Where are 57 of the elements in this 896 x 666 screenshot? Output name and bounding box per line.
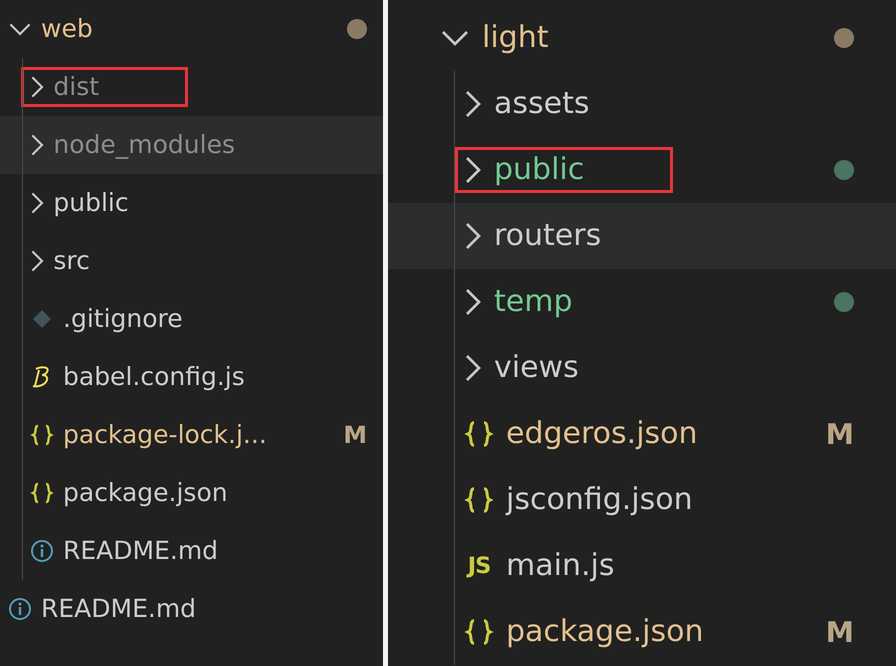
git-status-label: M — [343, 421, 367, 449]
file-name: README.md — [63, 536, 218, 566]
tree-row[interactable]: README.md — [0, 522, 383, 580]
tree-row[interactable]: public — [388, 137, 896, 203]
braces-icon — [464, 419, 494, 449]
tree-row[interactable]: babel.config.js — [0, 348, 383, 406]
file-name: temp — [494, 284, 572, 320]
info-icon — [30, 539, 54, 563]
git-status-dot — [834, 160, 854, 180]
tree-row[interactable]: light — [388, 5, 896, 71]
js-icon: JS — [464, 553, 494, 579]
braces-icon — [464, 617, 494, 647]
file-name: routers — [494, 218, 602, 254]
file-name: web — [41, 14, 93, 44]
file-name: dist — [53, 72, 100, 102]
file-name: README.md — [41, 594, 196, 624]
tree-row[interactable]: package.json M — [388, 599, 896, 665]
braces-icon — [30, 481, 54, 505]
braces-icon — [30, 423, 54, 447]
tree-row[interactable]: assets — [388, 71, 896, 137]
tree-row[interactable]: edgeros.json M — [388, 401, 896, 467]
file-name: .gitignore — [63, 304, 183, 334]
tree-row[interactable]: JS main.js — [388, 533, 896, 599]
file-name: node_modules — [53, 130, 235, 160]
file-name: jsconfig.json — [506, 482, 693, 518]
file-name: package-lock.j... — [63, 420, 267, 450]
file-name: edgeros.json — [506, 416, 698, 452]
tree-row[interactable]: node_modules — [0, 116, 383, 174]
file-name: views — [494, 350, 579, 386]
tree-row[interactable]: temp — [388, 269, 896, 335]
tree-row[interactable]: package-lock.j... M — [0, 406, 383, 464]
tree-row[interactable]: src — [0, 232, 383, 290]
git-status-label: M — [826, 418, 854, 450]
file-name: package.json — [63, 478, 228, 508]
braces-icon — [464, 485, 494, 515]
git-status-dot — [834, 292, 854, 312]
tree-row[interactable]: .gitignore — [0, 290, 383, 348]
file-name: public — [53, 188, 129, 218]
tree-row[interactable]: package.json — [0, 464, 383, 522]
tree-row[interactable]: routers — [388, 203, 896, 269]
tree-row[interactable]: public — [0, 174, 383, 232]
file-name: assets — [494, 86, 590, 122]
git-status-dot — [347, 19, 367, 39]
file-name: package.json — [506, 614, 704, 650]
tree-row[interactable]: jsconfig.json — [388, 467, 896, 533]
tree-row[interactable]: dist — [0, 58, 383, 116]
file-name: main.js — [506, 548, 614, 584]
file-name: light — [482, 20, 548, 56]
git-status-label: M — [826, 616, 854, 648]
file-name: src — [53, 246, 90, 276]
file-name: public — [494, 152, 584, 188]
tree-row[interactable]: views — [388, 335, 896, 401]
git-status-dot — [834, 28, 854, 48]
info-icon — [8, 597, 32, 621]
file-name: babel.config.js — [63, 362, 245, 392]
tree-row[interactable]: README.md — [0, 580, 383, 638]
tree-row[interactable]: web — [0, 0, 383, 58]
